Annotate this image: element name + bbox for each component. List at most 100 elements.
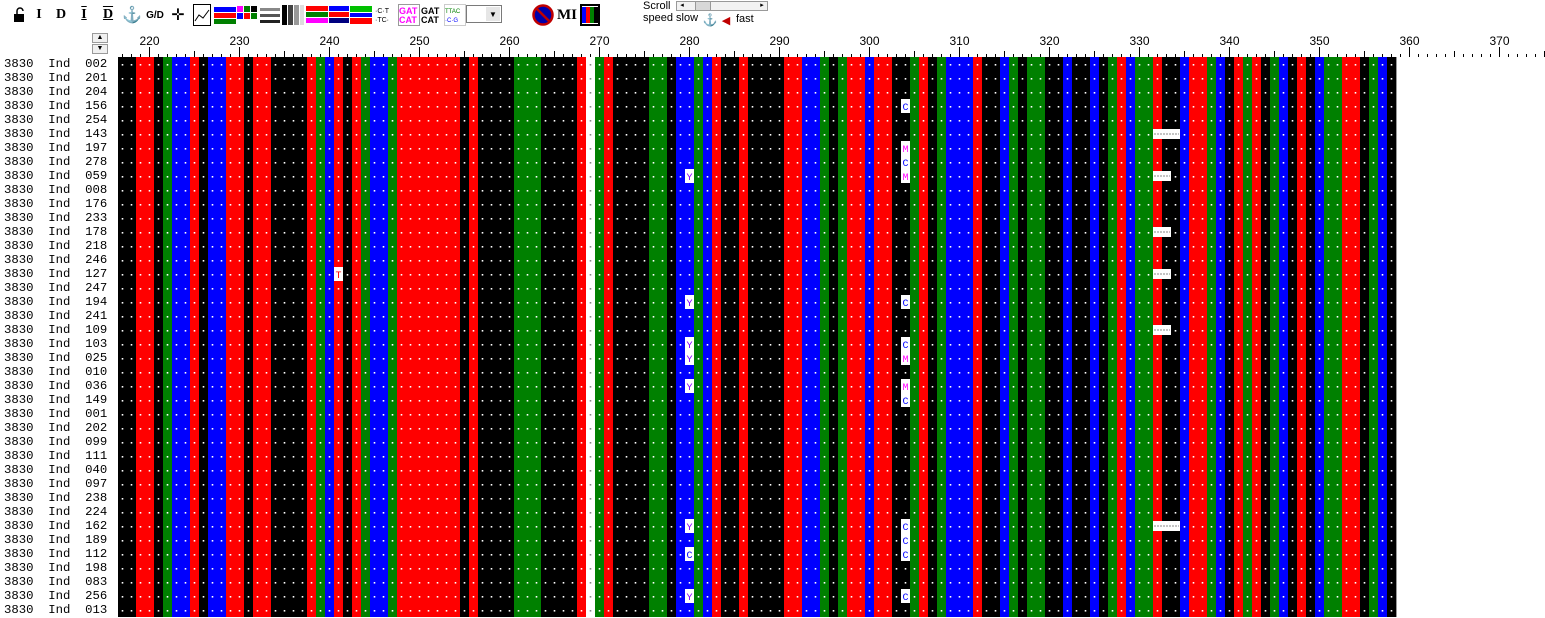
alignment-column[interactable] <box>1090 57 1100 617</box>
sequence-row-label[interactable]: 3830 Ind 241 <box>4 309 107 323</box>
alignment-column[interactable] <box>532 57 542 617</box>
alignment-column[interactable] <box>1063 57 1073 617</box>
sequence-row-label[interactable]: 3830 Ind 194 <box>4 295 107 309</box>
alignment-column[interactable] <box>739 57 749 617</box>
alignment-column[interactable] <box>1117 57 1127 617</box>
alignment-column[interactable] <box>829 57 839 617</box>
alignment-column[interactable] <box>433 57 443 617</box>
alignment-column[interactable] <box>235 57 245 617</box>
alignment-column[interactable] <box>514 57 524 617</box>
alignment-column[interactable] <box>838 57 848 617</box>
sequence-row-label[interactable]: 3830 Ind 013 <box>4 603 107 617</box>
alignment-column[interactable] <box>1126 57 1136 617</box>
sequence-row-label[interactable]: 3830 Ind 246 <box>4 253 107 267</box>
alignment-column[interactable] <box>667 57 677 617</box>
alignment-column[interactable] <box>1108 57 1118 617</box>
sequence-row-label[interactable]: 3830 Ind 278 <box>4 155 107 169</box>
sequence-row-label[interactable]: 3830 Ind 178 <box>4 225 107 239</box>
alignment-column[interactable] <box>505 57 515 617</box>
anchor-icon-blue[interactable]: ⚓ <box>703 13 718 27</box>
alignment-column[interactable] <box>946 57 956 617</box>
alignment-column[interactable] <box>811 57 821 617</box>
alignment-column[interactable] <box>622 57 632 617</box>
lock-icon[interactable] <box>12 4 26 26</box>
insert-button[interactable]: I <box>32 4 46 26</box>
sequence-row-label[interactable]: 3830 Ind 103 <box>4 337 107 351</box>
alignment-column[interactable] <box>586 57 596 617</box>
alignment-column[interactable] <box>334 57 344 617</box>
alignment-column[interactable] <box>874 57 884 617</box>
sequence-row-label[interactable]: 3830 Ind 233 <box>4 211 107 225</box>
alignment-column[interactable] <box>118 57 128 617</box>
alignment-column[interactable] <box>145 57 155 617</box>
alignment-column[interactable] <box>865 57 875 617</box>
alignment-column[interactable] <box>757 57 767 617</box>
sequence-row-label[interactable]: 3830 Ind 127 <box>4 267 107 281</box>
alignment-column[interactable] <box>487 57 497 617</box>
scroll-right-arrow-icon[interactable]: ▸ <box>757 2 767 10</box>
alignment-column[interactable] <box>847 57 857 617</box>
alignment-column[interactable] <box>478 57 488 617</box>
alignment-column[interactable] <box>550 57 560 617</box>
alignment-column[interactable] <box>928 57 938 617</box>
alignment-column[interactable] <box>613 57 623 617</box>
scroll-left-arrow-icon[interactable]: ◂ <box>677 2 687 10</box>
alignment-column[interactable] <box>1036 57 1046 617</box>
alignment-column[interactable] <box>289 57 299 617</box>
alignment-column[interactable] <box>154 57 164 617</box>
sequence-row-label[interactable]: 3830 Ind 202 <box>4 421 107 435</box>
alignment-column[interactable] <box>181 57 191 617</box>
alignment-column[interactable] <box>964 57 974 617</box>
alignment-column[interactable] <box>469 57 479 617</box>
flag-icon[interactable]: ◀ <box>719 13 733 27</box>
scroll-speed-thumb[interactable] <box>695 2 711 10</box>
alignment-column[interactable] <box>1054 57 1064 617</box>
alignment-column[interactable] <box>775 57 785 617</box>
consensus-icon[interactable]: TTAC ·C·G <box>444 4 466 26</box>
alignment-column[interactable] <box>649 57 659 617</box>
alignment-column[interactable] <box>1072 57 1082 617</box>
alignment-column[interactable] <box>1153 57 1163 617</box>
mixed-color-icon[interactable] <box>329 4 349 26</box>
alignment-column[interactable] <box>595 57 605 617</box>
alignment-column[interactable] <box>793 57 803 617</box>
alignment-column[interactable] <box>982 57 992 617</box>
gat-plain-icon[interactable]: GAT CAT <box>421 4 443 26</box>
sequence-row-label[interactable]: 3830 Ind 109 <box>4 323 107 337</box>
sequence-row-label[interactable]: 3830 Ind 097 <box>4 477 107 491</box>
alignment-column[interactable] <box>460 57 470 617</box>
alignment-column[interactable] <box>523 57 533 617</box>
delete-column-button[interactable]: D <box>100 4 116 26</box>
alignment-column[interactable] <box>712 57 722 617</box>
chart-view-icon[interactable] <box>193 4 211 26</box>
sequence-row-label[interactable]: 3830 Ind 189 <box>4 533 107 547</box>
insert-column-button[interactable]: I <box>76 4 92 26</box>
alignment-column[interactable] <box>172 57 182 617</box>
alignment-column[interactable] <box>973 57 983 617</box>
spin-up-icon[interactable]: ▲ <box>92 33 108 43</box>
alignment-column[interactable] <box>1018 57 1028 617</box>
view-dropdown[interactable]: ▼ <box>466 5 502 23</box>
sequence-row-label[interactable]: 3830 Ind 112 <box>4 547 107 561</box>
sequence-row-label[interactable]: 3830 Ind 218 <box>4 239 107 253</box>
sequence-row-label[interactable]: 3830 Ind 238 <box>4 491 107 505</box>
alignment-column[interactable] <box>640 57 650 617</box>
alignment-column[interactable] <box>910 57 920 617</box>
alignment-column[interactable] <box>379 57 389 617</box>
delete-button[interactable]: D <box>54 4 68 26</box>
alignment-column[interactable] <box>802 57 812 617</box>
green-blocks-icon[interactable] <box>350 4 372 26</box>
sequence-row-label[interactable]: 3830 Ind 008 <box>4 183 107 197</box>
alignment-column[interactable] <box>361 57 371 617</box>
sequence-row-label[interactable]: 3830 Ind 204 <box>4 85 107 99</box>
alignment-column[interactable] <box>208 57 218 617</box>
shading-icon[interactable] <box>282 4 304 26</box>
alignment-column[interactable] <box>766 57 776 617</box>
alignment-column[interactable] <box>721 57 731 617</box>
sequence-row-label[interactable]: 3830 Ind 156 <box>4 99 107 113</box>
alignment-column[interactable] <box>496 57 506 617</box>
dots-view-icon[interactable]: ·C·T ·TC· <box>374 4 396 26</box>
alignment-column[interactable] <box>604 57 614 617</box>
alignment-column[interactable] <box>784 57 794 617</box>
alignment-column[interactable] <box>856 57 866 617</box>
